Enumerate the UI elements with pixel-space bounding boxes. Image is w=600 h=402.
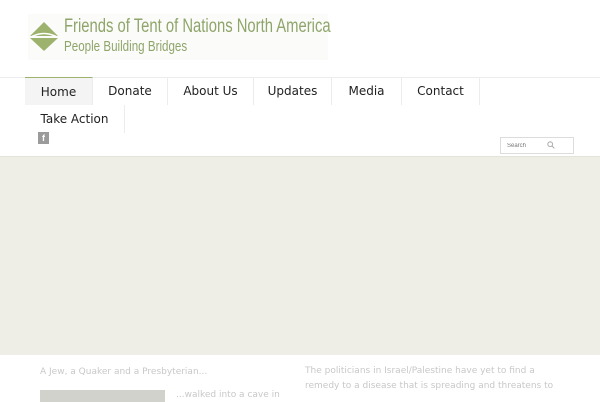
nav-about-us[interactable]: About Us bbox=[168, 77, 254, 105]
nav-home[interactable]: Home bbox=[25, 77, 93, 105]
search-box bbox=[500, 137, 574, 154]
nav-contact[interactable]: Contact bbox=[402, 77, 480, 105]
post-thumbnail[interactable] bbox=[40, 390, 165, 402]
nav-updates[interactable]: Updates bbox=[254, 77, 332, 105]
diamond-leaf-icon bbox=[30, 22, 58, 51]
post-excerpt: ...walked into a cave in bbox=[176, 390, 280, 400]
site-title: Friends of Tent of Nations North America bbox=[64, 16, 331, 37]
search-icon[interactable] bbox=[547, 141, 555, 149]
site-logo[interactable]: Friends of Tent of Nations North America… bbox=[28, 14, 331, 60]
post-title[interactable]: A Jew, a Quaker and a Presbyterian... bbox=[40, 367, 207, 377]
site-header: Friends of Tent of Nations North America… bbox=[0, 0, 600, 78]
facebook-icon[interactable]: f bbox=[38, 132, 49, 144]
nav-take-action[interactable]: Take Action bbox=[25, 105, 125, 133]
site-tagline: People Building Bridges bbox=[64, 39, 188, 55]
nav-donate[interactable]: Donate bbox=[93, 77, 168, 105]
side-text: The politicians in Israel/Palestine have… bbox=[305, 366, 554, 391]
hero-banner bbox=[0, 156, 600, 355]
nav-media[interactable]: Media bbox=[332, 77, 402, 105]
